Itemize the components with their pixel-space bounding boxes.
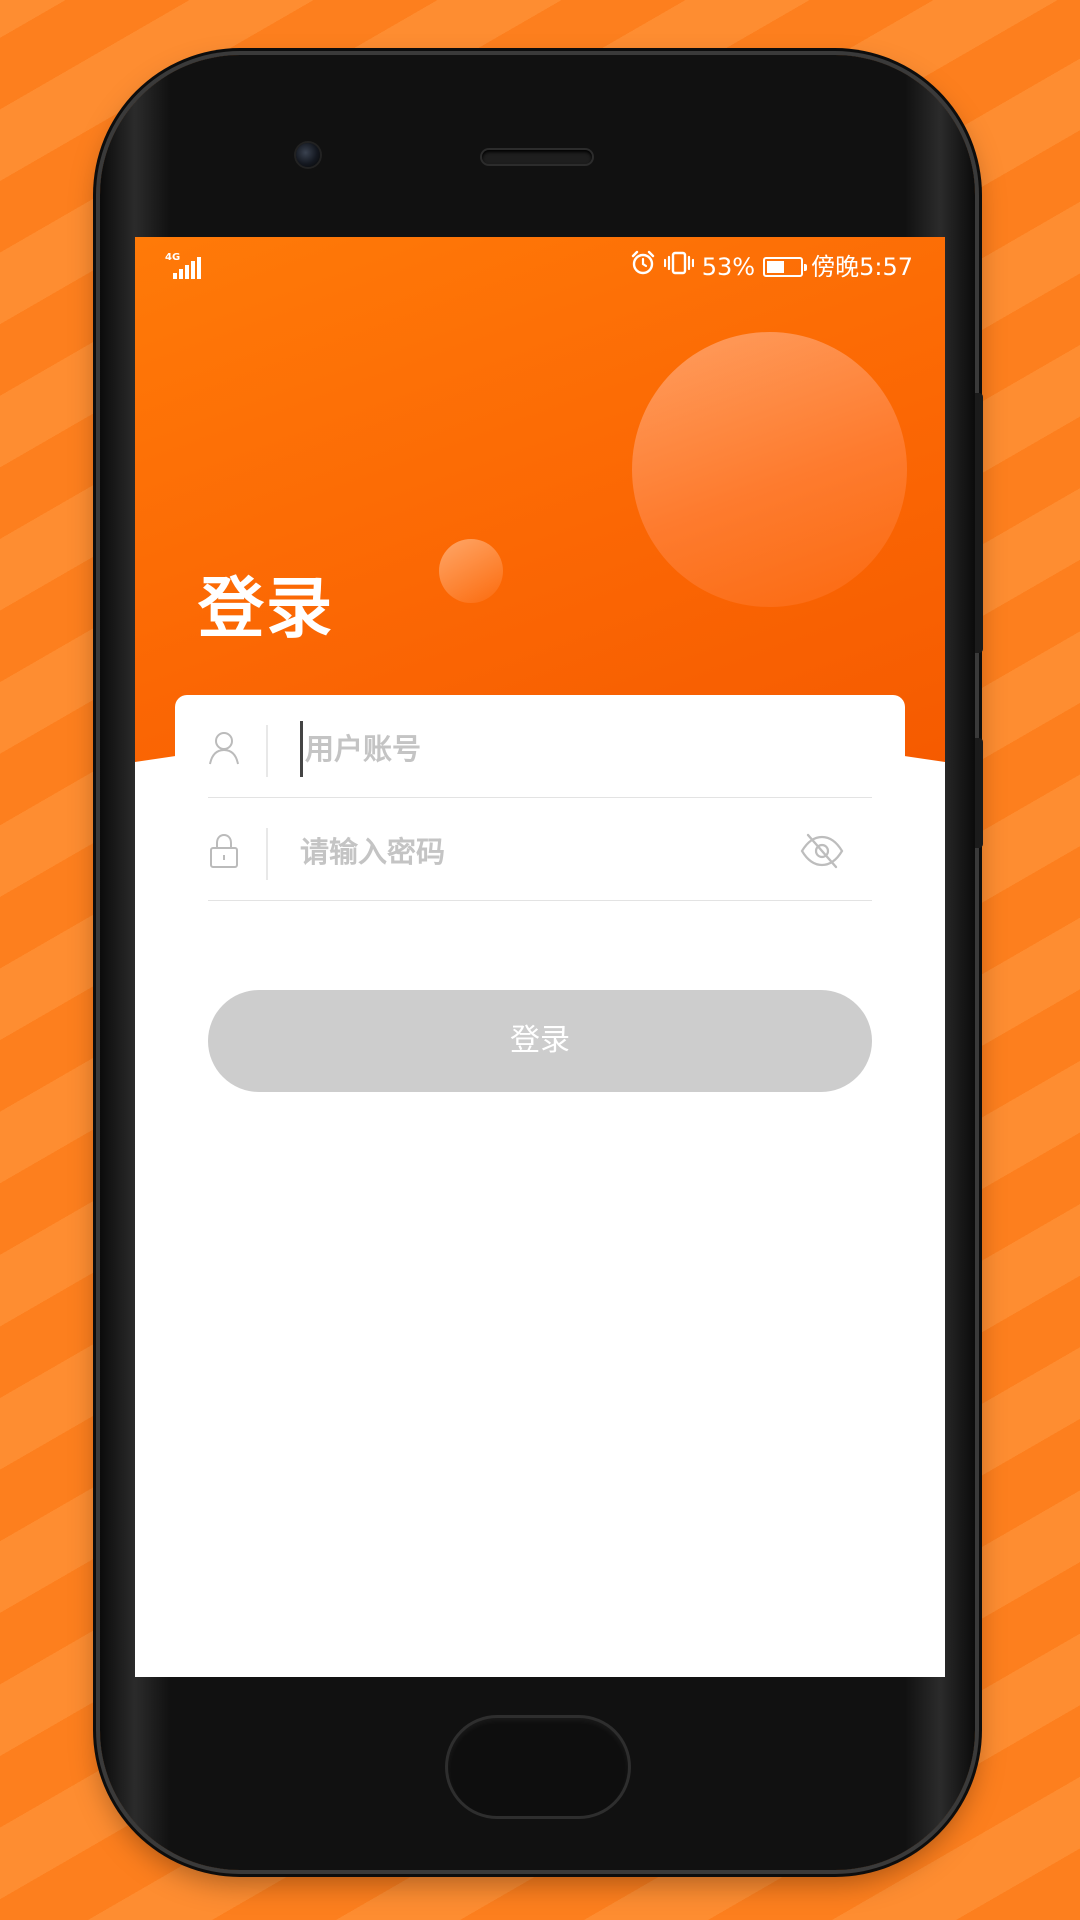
login-button[interactable]: 登录 — [208, 990, 872, 1092]
lock-icon — [208, 833, 240, 869]
status-bar-right: 53% 傍晚5:57 — [630, 250, 913, 284]
field-divider — [266, 828, 268, 880]
vibrate-icon — [663, 250, 694, 284]
front-camera — [296, 143, 320, 167]
signal-strength-icon: 4G — [165, 253, 225, 283]
password-field — [208, 798, 872, 901]
status-bar: 4G 53% 傍晚5:57 — [135, 237, 945, 297]
battery-fill — [767, 261, 785, 273]
decorative-bubble-small — [439, 539, 503, 603]
decorative-bubble-large — [632, 332, 907, 607]
earpiece-speaker — [482, 150, 592, 164]
username-field — [208, 695, 872, 798]
clock: 傍晚5:57 — [811, 253, 913, 281]
alarm-icon — [630, 250, 656, 284]
power-button — [975, 738, 983, 848]
user-icon — [208, 730, 240, 766]
username-input[interactable] — [300, 721, 780, 777]
page-title: 登录 — [198, 570, 334, 647]
battery-percent: 53% — [701, 253, 756, 281]
app-screen: 4G 53% 傍晚5:57 登录 用户账号 登录 — [135, 237, 945, 1677]
password-input[interactable] — [300, 824, 780, 880]
battery-icon — [763, 257, 808, 277]
field-divider — [266, 725, 268, 777]
eye-off-icon[interactable] — [800, 832, 844, 870]
network-type-label: 4G — [165, 252, 181, 263]
login-card — [175, 695, 905, 955]
volume-button — [975, 393, 983, 653]
home-button[interactable] — [448, 1718, 628, 1816]
